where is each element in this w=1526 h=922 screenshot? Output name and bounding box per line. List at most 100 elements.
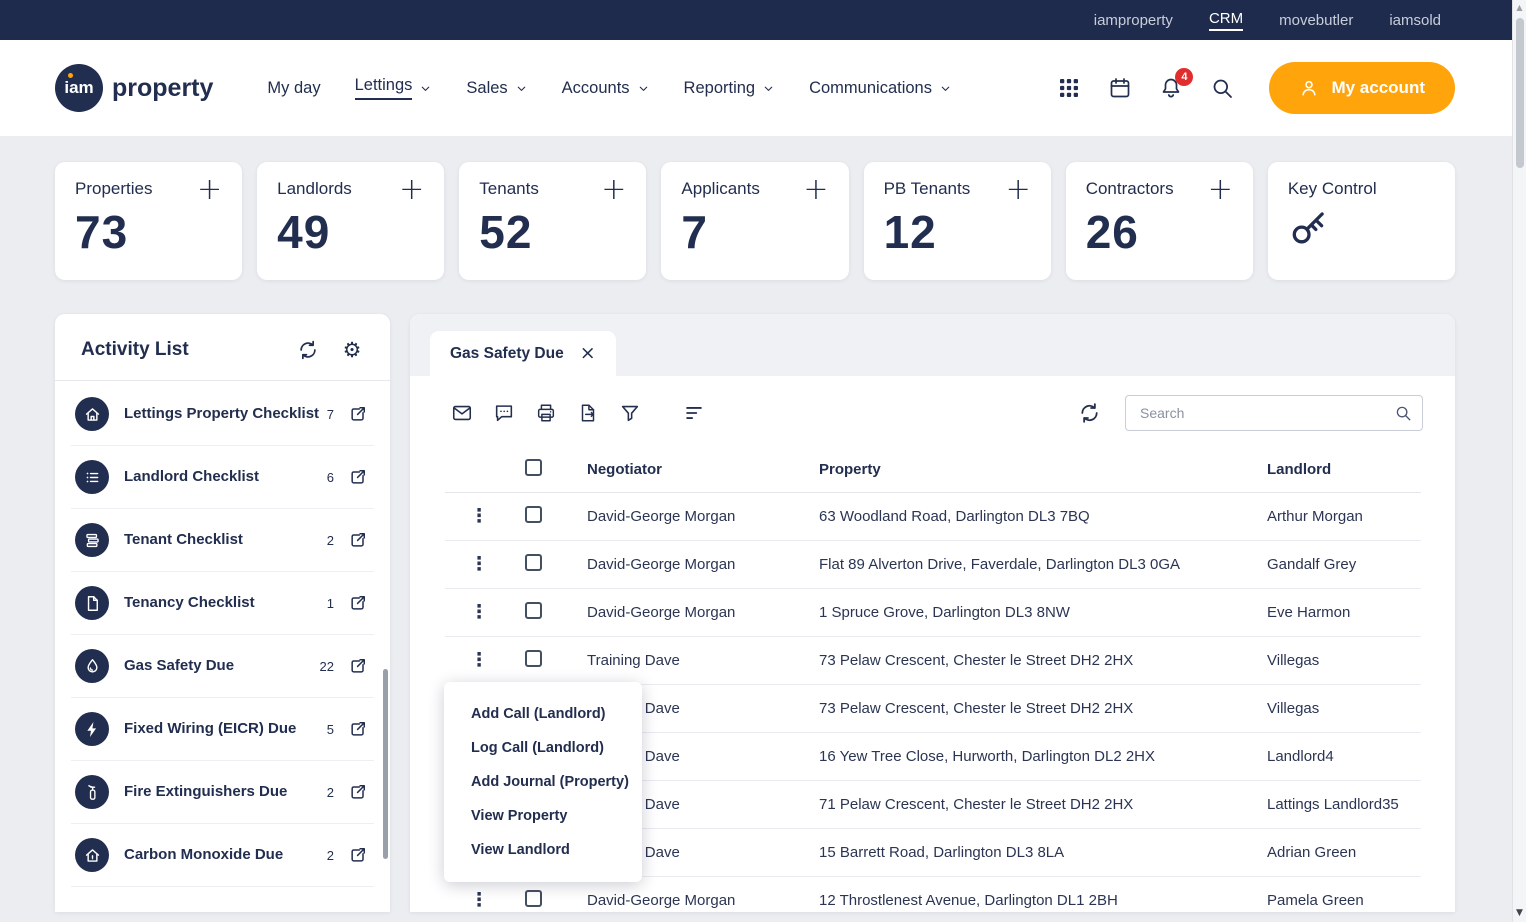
- table-row[interactable]: ⋮ David-George Morgan 63 Woodland Road, …: [445, 493, 1421, 541]
- print-button[interactable]: [534, 402, 557, 425]
- activity-item-tenant-checklist[interactable]: Tenant Checklist 2: [71, 509, 374, 572]
- search-button[interactable]: [1210, 75, 1236, 101]
- export-button[interactable]: [576, 402, 599, 425]
- activity-item-label: Landlord Checklist: [124, 468, 260, 486]
- row-checkbox[interactable]: [525, 554, 542, 571]
- apps-grid-button[interactable]: [1057, 75, 1083, 101]
- cell-property: 16 Yew Tree Close, Hurworth, Darlington …: [819, 748, 1156, 765]
- add-tenant-button[interactable]: +: [601, 175, 626, 205]
- stat-card-tenants[interactable]: Tenants + 52: [459, 162, 647, 280]
- email-button[interactable]: [450, 402, 473, 425]
- open-activity-button[interactable]: [348, 844, 370, 866]
- nav-my-day[interactable]: My day: [267, 79, 320, 98]
- table-row[interactable]: ⋮ David-George Morgan 12 Throstlenest Av…: [445, 877, 1421, 912]
- open-activity-button[interactable]: [348, 781, 370, 803]
- activity-item-fire-extinguishers-due[interactable]: Fire Extinguishers Due 2: [71, 761, 374, 824]
- filter-button[interactable]: [618, 402, 641, 425]
- add-property-button[interactable]: +: [197, 175, 222, 205]
- add-pb-tenant-button[interactable]: +: [1006, 175, 1031, 205]
- cell-negotiator: David-George Morgan: [587, 604, 736, 621]
- activity-item-tenancy-checklist[interactable]: Tenancy Checklist 1: [71, 572, 374, 635]
- add-applicant-button[interactable]: +: [803, 175, 828, 205]
- nav-accounts[interactable]: Accounts: [562, 79, 650, 98]
- nav-reporting[interactable]: Reporting: [684, 79, 776, 98]
- add-landlord-button[interactable]: +: [399, 175, 424, 205]
- cell-landlord: Lattings Landlord35: [1267, 796, 1399, 813]
- page-scrollbar[interactable]: ▲ ▼: [1512, 0, 1526, 922]
- funnel-icon: [619, 402, 641, 424]
- open-activity-button[interactable]: [348, 466, 370, 488]
- menu-item-view-property[interactable]: View Property: [444, 799, 642, 833]
- row-checkbox[interactable]: [525, 602, 542, 619]
- activity-refresh-button[interactable]: [296, 338, 320, 362]
- scroll-up-arrow-icon[interactable]: ▲: [1516, 3, 1522, 12]
- table-row[interactable]: ⋮ Training Dave 73 Pelaw Crescent, Chest…: [445, 637, 1421, 685]
- nav-sales[interactable]: Sales: [466, 79, 527, 98]
- row-actions-button[interactable]: ⋮: [467, 651, 491, 670]
- nav-label: Sales: [466, 78, 508, 97]
- menu-item-view-landlord[interactable]: View Landlord: [444, 833, 642, 867]
- activity-list-scrollbar[interactable]: [383, 669, 388, 859]
- activity-item-label: Tenant Checklist: [124, 531, 243, 549]
- row-checkbox[interactable]: [525, 650, 542, 667]
- sort-button[interactable]: [682, 402, 705, 425]
- table-row[interactable]: ⋮ David-George Morgan 1 Spruce Grove, Da…: [445, 589, 1421, 637]
- product-link-iamsold[interactable]: iamsold: [1389, 12, 1441, 29]
- notifications-button[interactable]: 4: [1159, 68, 1194, 101]
- row-checkbox[interactable]: [525, 506, 542, 523]
- table-row[interactable]: ⋮ David-George Morgan Flat 89 Alverton D…: [445, 541, 1421, 589]
- open-activity-button[interactable]: [348, 718, 370, 740]
- open-activity-button[interactable]: [348, 403, 370, 425]
- refresh-icon: [297, 339, 319, 361]
- add-contractor-button[interactable]: +: [1208, 175, 1233, 205]
- open-activity-button[interactable]: [348, 655, 370, 677]
- menu-item-log-call-landlord[interactable]: Log Call (Landlord): [444, 731, 642, 765]
- activity-item-landlord-checklist[interactable]: Landlord Checklist 6: [71, 446, 374, 509]
- cell-landlord: Gandalf Grey: [1267, 556, 1357, 573]
- column-header-property[interactable]: Property: [819, 461, 1267, 478]
- stat-value: 73: [75, 206, 129, 258]
- activity-item-lettings-property-checklist[interactable]: Lettings Property Checklist 7: [71, 383, 374, 446]
- my-account-button[interactable]: My account: [1269, 62, 1455, 114]
- menu-item-add-call-landlord[interactable]: Add Call (Landlord): [444, 697, 642, 731]
- open-activity-button[interactable]: [348, 592, 370, 614]
- search-icon[interactable]: [1394, 404, 1412, 422]
- scroll-down-arrow-icon[interactable]: ▼: [1516, 908, 1523, 918]
- select-all-checkbox[interactable]: [525, 459, 542, 476]
- nav-lettings[interactable]: Lettings: [354, 76, 433, 100]
- sort-lines-icon: [683, 402, 705, 424]
- activity-item-count: 1: [326, 595, 334, 611]
- menu-item-add-journal-property[interactable]: Add Journal (Property): [444, 765, 642, 799]
- nav-communications[interactable]: Communications: [809, 79, 952, 98]
- stat-card-applicants[interactable]: Applicants + 7: [661, 162, 849, 280]
- close-tab-button[interactable]: ×: [580, 344, 596, 363]
- activity-item-gas-safety-due[interactable]: Gas Safety Due 22: [71, 635, 374, 698]
- sms-button[interactable]: [492, 402, 515, 425]
- calendar-button[interactable]: [1108, 75, 1134, 101]
- row-actions-button[interactable]: ⋮: [467, 891, 491, 910]
- product-link-movebutler[interactable]: movebutler: [1279, 12, 1353, 29]
- tab-gas-safety-due[interactable]: Gas Safety Due ×: [430, 331, 616, 376]
- table-refresh-button[interactable]: [1078, 402, 1101, 425]
- stat-card-contractors[interactable]: Contractors + 26: [1065, 162, 1253, 280]
- column-header-landlord[interactable]: Landlord: [1267, 461, 1421, 478]
- iamproperty-logo[interactable]: iam property: [55, 64, 213, 112]
- activity-item-fixed-wiring-due[interactable]: Fixed Wiring (EICR) Due 5: [71, 698, 374, 761]
- activity-settings-button[interactable]: ⚙: [340, 338, 364, 362]
- product-link-crm[interactable]: CRM: [1208, 10, 1244, 31]
- stat-card-pb-tenants[interactable]: PB Tenants + 12: [863, 162, 1051, 280]
- open-activity-button[interactable]: [348, 529, 370, 551]
- column-header-negotiator[interactable]: Negotiator: [587, 461, 819, 478]
- stat-card-landlords[interactable]: Landlords + 49: [257, 162, 445, 280]
- printer-icon: [535, 402, 557, 424]
- stat-card-key-control[interactable]: Key Control: [1267, 162, 1455, 280]
- activity-item-carbon-monoxide-due[interactable]: Carbon Monoxide Due 2: [71, 824, 374, 887]
- row-actions-button[interactable]: ⋮: [467, 555, 491, 574]
- row-actions-button[interactable]: ⋮: [467, 603, 491, 622]
- stat-card-properties[interactable]: Properties + 73: [55, 162, 243, 280]
- scrollbar-thumb[interactable]: [1515, 18, 1524, 168]
- row-actions-button[interactable]: ⋮: [467, 507, 491, 526]
- row-checkbox[interactable]: [525, 890, 542, 907]
- product-link-iamproperty[interactable]: iamproperty: [1094, 12, 1173, 29]
- table-search-input[interactable]: [1140, 405, 1394, 421]
